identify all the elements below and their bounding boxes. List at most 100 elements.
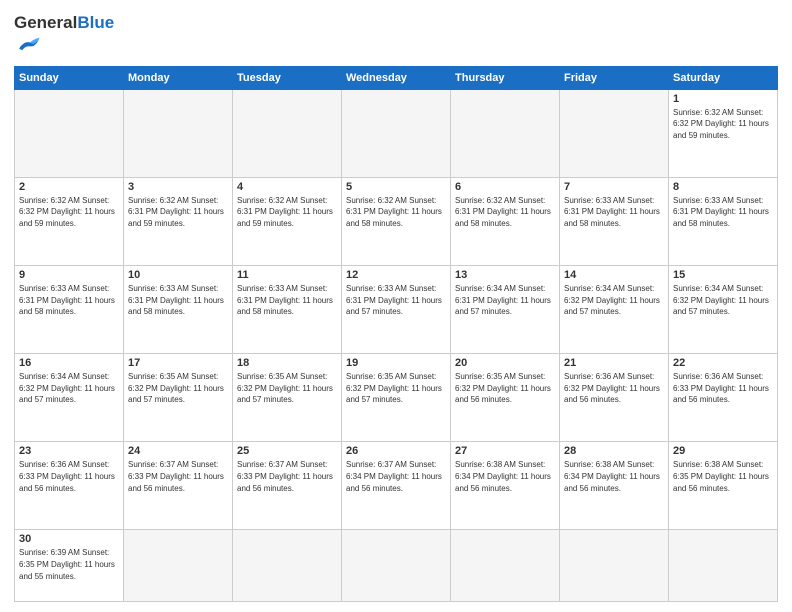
calendar-cell: 28 Sunrise: 6:38 AM Sunset: 6:34 PM Dayli… <box>560 442 669 530</box>
day-number: 11 <box>237 269 337 281</box>
calendar-cell: 11Sunrise: 6:33 AM Sunset: 6:31 PM Dayli… <box>233 266 342 354</box>
page: GeneralBlue SundayMondayTuesdayWednesday… <box>0 0 792 612</box>
day-number: 10 <box>128 269 228 281</box>
day-info: Sunrise: 6:38 AM Sunset: 6:34 PM Dayligh… <box>564 459 664 494</box>
day-info: Sunrise: 6:34 AM Sunset: 6:31 PM Dayligh… <box>455 283 555 318</box>
day-info: Sunrise: 6:32 AM Sunset: 6:31 PM Dayligh… <box>237 195 337 230</box>
calendar-cell <box>560 89 669 177</box>
day-number: 27 <box>455 445 555 457</box>
day-number: 20 <box>455 357 555 369</box>
day-number: 29 <box>673 445 773 457</box>
calendar-cell: 13 Sunrise: 6:34 AM Sunset: 6:31 PM Dayli… <box>451 266 560 354</box>
calendar-cell <box>669 530 778 602</box>
day-number: 8 <box>673 181 773 193</box>
day-number: 28 <box>564 445 664 457</box>
calendar-cell: 4 Sunrise: 6:32 AM Sunset: 6:31 PM Daylig… <box>233 177 342 265</box>
calendar-cell: 25Sunrise: 6:37 AM Sunset: 6:33 PM Dayli… <box>233 442 342 530</box>
logo-general: General <box>14 13 77 32</box>
header: GeneralBlue <box>14 10 778 60</box>
day-info: Sunrise: 6:35 AM Sunset: 6:32 PM Dayligh… <box>237 371 337 406</box>
day-number: 18 <box>237 357 337 369</box>
calendar-cell <box>560 530 669 602</box>
day-info: Sunrise: 6:33 AM Sunset: 6:31 PM Dayligh… <box>673 195 773 230</box>
day-number: 14 <box>564 269 664 281</box>
calendar-cell: 30Sunrise: 6:39 AM Sunset: 6:35 PM Dayli… <box>15 530 124 602</box>
day-number: 5 <box>346 181 446 193</box>
calendar-cell: 19Sunrise: 6:35 AM Sunset: 6:32 PM Dayli… <box>342 354 451 442</box>
day-number: 17 <box>128 357 228 369</box>
day-info: Sunrise: 6:34 AM Sunset: 6:32 PM Dayligh… <box>19 371 119 406</box>
logo-blue: Blue <box>77 13 114 32</box>
weekday-header-thursday: Thursday <box>451 66 560 89</box>
day-info: Sunrise: 6:32 AM Sunset: 6:32 PM Dayligh… <box>19 195 119 230</box>
weekday-header-monday: Monday <box>124 66 233 89</box>
day-number: 4 <box>237 181 337 193</box>
day-info: Sunrise: 6:35 AM Sunset: 6:32 PM Dayligh… <box>346 371 446 406</box>
calendar-cell <box>15 89 124 177</box>
calendar-week-1: 1Sunrise: 6:32 AM Sunset: 6:32 PM Daylig… <box>15 89 778 177</box>
calendar-table: SundayMondayTuesdayWednesdayThursdayFrid… <box>14 66 778 602</box>
day-number: 2 <box>19 181 119 193</box>
day-number: 3 <box>128 181 228 193</box>
day-info: Sunrise: 6:37 AM Sunset: 6:33 PM Dayligh… <box>128 459 228 494</box>
calendar-cell <box>124 89 233 177</box>
weekday-header-friday: Friday <box>560 66 669 89</box>
weekday-header-sunday: Sunday <box>15 66 124 89</box>
day-info: Sunrise: 6:37 AM Sunset: 6:34 PM Dayligh… <box>346 459 446 494</box>
weekday-header-saturday: Saturday <box>669 66 778 89</box>
calendar-cell: 14 Sunrise: 6:34 AM Sunset: 6:32 PM Dayli… <box>560 266 669 354</box>
calendar-cell: 10Sunrise: 6:33 AM Sunset: 6:31 PM Dayli… <box>124 266 233 354</box>
calendar-week-5: 23Sunrise: 6:36 AM Sunset: 6:33 PM Dayli… <box>15 442 778 530</box>
logo: GeneralBlue <box>14 14 114 60</box>
calendar-cell: 8 Sunrise: 6:33 AM Sunset: 6:31 PM Daylig… <box>669 177 778 265</box>
logo-bird-icon <box>16 33 44 55</box>
day-info: Sunrise: 6:38 AM Sunset: 6:35 PM Dayligh… <box>673 459 773 494</box>
day-info: Sunrise: 6:34 AM Sunset: 6:32 PM Dayligh… <box>673 283 773 318</box>
calendar-week-2: 2 Sunrise: 6:32 AM Sunset: 6:32 PM Daylig… <box>15 177 778 265</box>
weekday-header-wednesday: Wednesday <box>342 66 451 89</box>
day-number: 21 <box>564 357 664 369</box>
calendar-cell: 5 Sunrise: 6:32 AM Sunset: 6:31 PM Daylig… <box>342 177 451 265</box>
calendar-cell: 29 Sunrise: 6:38 AM Sunset: 6:35 PM Dayli… <box>669 442 778 530</box>
calendar-cell: 27 Sunrise: 6:38 AM Sunset: 6:34 PM Dayli… <box>451 442 560 530</box>
calendar-header-row: SundayMondayTuesdayWednesdayThursdayFrid… <box>15 66 778 89</box>
day-info: Sunrise: 6:32 AM Sunset: 6:31 PM Dayligh… <box>128 195 228 230</box>
calendar-cell: 26 Sunrise: 6:37 AM Sunset: 6:34 PM Dayli… <box>342 442 451 530</box>
calendar-cell <box>451 530 560 602</box>
day-info: Sunrise: 6:38 AM Sunset: 6:34 PM Dayligh… <box>455 459 555 494</box>
calendar-cell: 12 Sunrise: 6:33 AM Sunset: 6:31 PM Dayli… <box>342 266 451 354</box>
calendar-cell <box>124 530 233 602</box>
day-number: 9 <box>19 269 119 281</box>
calendar-cell: 2 Sunrise: 6:32 AM Sunset: 6:32 PM Daylig… <box>15 177 124 265</box>
day-info: Sunrise: 6:32 AM Sunset: 6:31 PM Dayligh… <box>346 195 446 230</box>
calendar-cell <box>342 530 451 602</box>
calendar-cell: 9Sunrise: 6:33 AM Sunset: 6:31 PM Daylig… <box>15 266 124 354</box>
calendar-cell <box>233 530 342 602</box>
day-number: 16 <box>19 357 119 369</box>
day-number: 12 <box>346 269 446 281</box>
day-info: Sunrise: 6:39 AM Sunset: 6:35 PM Dayligh… <box>19 547 119 582</box>
calendar-cell: 23Sunrise: 6:36 AM Sunset: 6:33 PM Dayli… <box>15 442 124 530</box>
day-info: Sunrise: 6:34 AM Sunset: 6:32 PM Dayligh… <box>564 283 664 318</box>
day-number: 6 <box>455 181 555 193</box>
calendar-cell: 15 Sunrise: 6:34 AM Sunset: 6:32 PM Dayli… <box>669 266 778 354</box>
day-number: 7 <box>564 181 664 193</box>
day-number: 22 <box>673 357 773 369</box>
day-number: 26 <box>346 445 446 457</box>
calendar-cell: 22Sunrise: 6:36 AM Sunset: 6:33 PM Dayli… <box>669 354 778 442</box>
day-number: 15 <box>673 269 773 281</box>
day-number: 24 <box>128 445 228 457</box>
day-number: 13 <box>455 269 555 281</box>
calendar-cell: 6Sunrise: 6:32 AM Sunset: 6:31 PM Daylig… <box>451 177 560 265</box>
day-info: Sunrise: 6:33 AM Sunset: 6:31 PM Dayligh… <box>564 195 664 230</box>
day-info: Sunrise: 6:35 AM Sunset: 6:32 PM Dayligh… <box>128 371 228 406</box>
calendar-cell: 20Sunrise: 6:35 AM Sunset: 6:32 PM Dayli… <box>451 354 560 442</box>
day-info: Sunrise: 6:33 AM Sunset: 6:31 PM Dayligh… <box>346 283 446 318</box>
calendar-cell <box>342 89 451 177</box>
weekday-header-tuesday: Tuesday <box>233 66 342 89</box>
calendar-cell <box>451 89 560 177</box>
day-info: Sunrise: 6:37 AM Sunset: 6:33 PM Dayligh… <box>237 459 337 494</box>
calendar-cell: 24 Sunrise: 6:37 AM Sunset: 6:33 PM Dayli… <box>124 442 233 530</box>
calendar-cell: 18 Sunrise: 6:35 AM Sunset: 6:32 PM Dayli… <box>233 354 342 442</box>
calendar-cell: 21Sunrise: 6:36 AM Sunset: 6:32 PM Dayli… <box>560 354 669 442</box>
